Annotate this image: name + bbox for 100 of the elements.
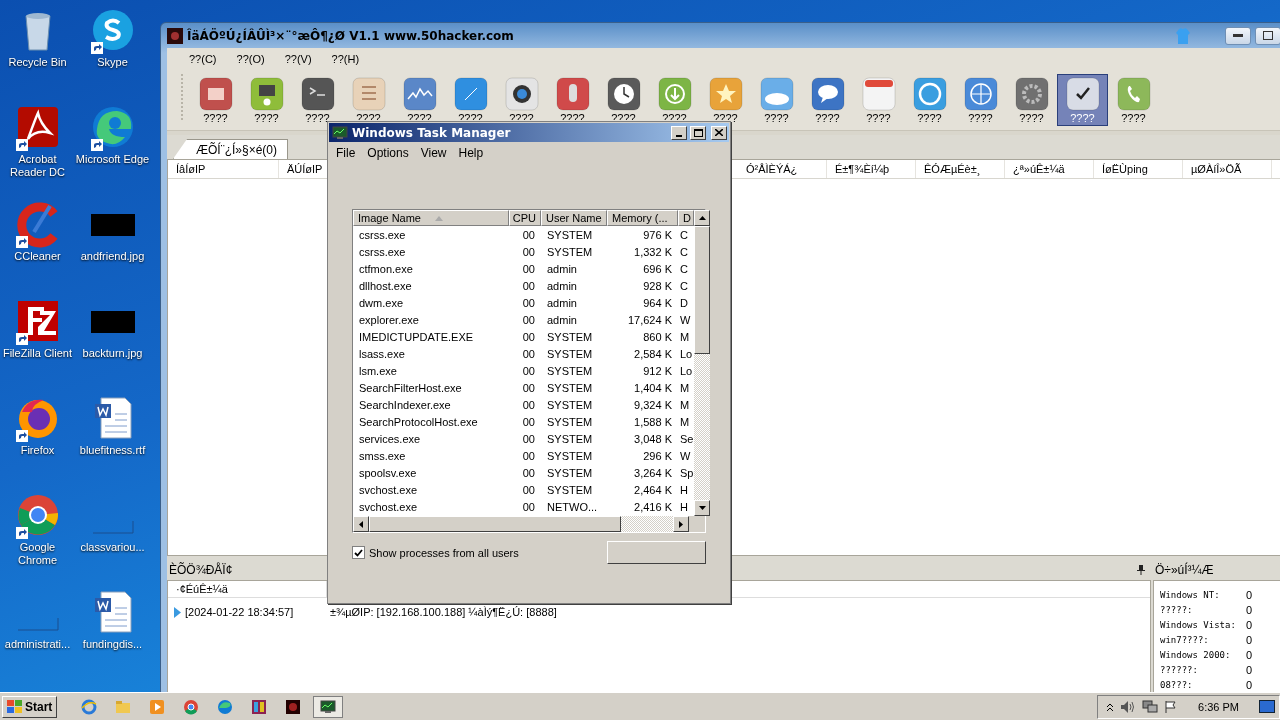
maximize-icon — [693, 128, 703, 137]
toolbar-button[interactable]: ???? — [853, 74, 904, 126]
menu-item[interactable]: View — [414, 146, 453, 160]
column-header[interactable]: ÍâÍøIP — [168, 160, 279, 178]
checkmark-icon — [354, 548, 363, 557]
toolbar-button[interactable]: ???? — [190, 74, 241, 126]
process-name[interactable]: svchost.exe — [353, 500, 509, 513]
show-all-users-checkbox[interactable]: Show processes from all users — [352, 546, 519, 559]
tab[interactable]: ÆÕÍ¨¿Í»§×é(0) — [173, 139, 289, 159]
desktop-icon-label[interactable]: Skype — [97, 56, 128, 69]
memory-cell-text: 1,404 K — [633, 381, 673, 394]
process-name[interactable]: dwm.exe — [353, 296, 509, 309]
toolbar-button[interactable]: ???? — [802, 74, 853, 126]
menu-item[interactable]: Options — [361, 146, 415, 160]
process-name[interactable]: dllhost.exe — [353, 279, 509, 292]
process-name[interactable]: explorer.exe — [353, 313, 509, 326]
menu-item[interactable]: File — [330, 146, 362, 160]
column-header[interactable]: Ó²ÅÌÈÝÁ¿ — [738, 160, 827, 178]
terminal-icon — [300, 77, 335, 111]
column-header[interactable]: ¿ª»úÊ±¼ä — [1005, 160, 1094, 178]
column-header[interactable]: User Name — [541, 210, 607, 226]
process-name[interactable]: IMEDICTUPDATE.EXE — [353, 330, 509, 343]
app-logo-icon — [167, 27, 183, 44]
horizontal-scrollbar[interactable] — [353, 516, 705, 532]
process-name[interactable]: SearchProtocolHost.exe — [353, 415, 509, 428]
column-header[interactable]: D — [678, 210, 694, 226]
memory-cell-text: 17,624 K — [626, 313, 673, 326]
process-name[interactable]: lsm.exe — [353, 364, 509, 377]
up-arrow-icon[interactable] — [698, 216, 706, 220]
show-desktop-icon[interactable] — [1259, 699, 1275, 714]
stat-value: 0 — [1246, 618, 1253, 631]
calculator-icon — [351, 77, 386, 111]
desktop-icon-label[interactable]: FileZilla Client — [2, 347, 73, 360]
process-name[interactable]: csrss.exe — [353, 245, 509, 258]
column-header[interactable]: Memory (... — [607, 210, 678, 226]
user-cell-text: admin — [546, 262, 578, 275]
column-header[interactable]: ÊÓÆµÉè±¸ — [916, 160, 1005, 178]
menu-item[interactable]: Help — [452, 146, 490, 160]
desktop-icon-label[interactable]: Acrobat Reader DC — [0, 153, 75, 179]
desktop-icon-label[interactable]: bluefitness.rtf — [79, 444, 146, 457]
toolbar-button[interactable]: ???? — [1108, 74, 1159, 126]
calendar-icon — [861, 77, 896, 111]
window-title: ÎäÁÖºÚ¿ÍÂÛÌ³×¨°æÔ¶¿Ø V1.1 www.50hacker.com — [187, 28, 515, 43]
desktop-icon-label[interactable]: Recycle Bin — [8, 56, 67, 69]
desktop-icon-label[interactable]: fundingdis... — [82, 638, 143, 651]
desktop-icon-label[interactable]: backturn.jpg — [82, 347, 143, 360]
menu-item[interactable]: ??(O) — [228, 51, 273, 67]
desktop-icon-label[interactable]: Firefox — [20, 444, 55, 457]
globe-icon — [963, 77, 998, 111]
network-icon[interactable] — [1142, 699, 1159, 714]
process-name[interactable]: spoolsv.exe — [353, 466, 509, 479]
clock[interactable]: 6:36 PM — [1184, 700, 1253, 713]
memory-cell-text: 2,584 K — [633, 347, 673, 360]
desktop-icon-label[interactable]: andfriend.jpg — [80, 250, 145, 263]
process-name[interactable]: lsass.exe — [353, 347, 509, 360]
minimize-button[interactable] — [1225, 26, 1251, 45]
column-header[interactable]: ÍøËÙping — [1094, 160, 1183, 178]
desktop-icon-label[interactable]: administrati... — [4, 638, 71, 651]
maximize-button[interactable] — [1255, 26, 1280, 45]
process-name[interactable]: csrss.exe — [353, 228, 509, 241]
flag-icon[interactable] — [1164, 699, 1179, 714]
close-button[interactable] — [711, 125, 727, 140]
desktop-icon-label[interactable]: CCleaner — [14, 250, 61, 263]
left-arrow-icon[interactable] — [359, 520, 363, 528]
stocks-icon — [402, 77, 437, 111]
pin-icon[interactable] — [1137, 565, 1145, 575]
vertical-scrollbar[interactable] — [694, 210, 710, 516]
menu-item[interactable]: ??(H) — [323, 51, 368, 67]
right-arrow-icon[interactable] — [679, 520, 683, 528]
desktop-icon-label[interactable]: classvariou... — [80, 541, 145, 554]
down-arrow-icon[interactable] — [698, 506, 706, 510]
process-name[interactable]: SearchFilterHost.exe — [353, 381, 509, 394]
desktop-icon-label[interactable]: Microsoft Edge — [75, 153, 150, 166]
column-header[interactable]: Image Name — [353, 210, 509, 226]
end-process-button[interactable] — [607, 541, 706, 564]
toolbar-button[interactable]: ???? — [955, 74, 1006, 126]
toolbar-button[interactable]: ???? — [751, 74, 802, 126]
cpu-cell-text: 00 — [521, 262, 536, 275]
toolbar-button[interactable]: ???? — [1006, 74, 1057, 126]
taskbar-app-button[interactable] — [313, 695, 344, 718]
toolbar-button[interactable]: ???? — [292, 74, 343, 126]
menu-item[interactable]: ??(V) — [276, 51, 320, 67]
desktop-icon-label[interactable]: Google Chrome — [0, 541, 75, 567]
start-button[interactable]: Start — [2, 695, 58, 718]
column-header[interactable]: É±¶¾Èí¼þ — [827, 160, 916, 178]
description-cell-text: M — [679, 381, 691, 394]
process-name[interactable]: svchost.exe — [353, 483, 509, 496]
menu-item[interactable]: ??(C) — [181, 51, 225, 67]
chevron-icon[interactable] — [1106, 701, 1115, 712]
toolbar-button[interactable]: ???? — [904, 74, 955, 126]
process-name[interactable]: SearchIndexer.exe — [353, 398, 509, 411]
speaker-icon[interactable] — [1120, 699, 1137, 714]
process-name[interactable]: services.exe — [353, 432, 509, 445]
column-header[interactable]: CPU — [509, 210, 541, 226]
toolbar-button[interactable]: ???? — [241, 74, 292, 126]
toolbar-button[interactable]: ???? — [1057, 74, 1108, 126]
column-header[interactable]: µØÀíÎ»ÖÃ — [1183, 160, 1272, 178]
process-name[interactable]: smss.exe — [353, 449, 509, 462]
process-name[interactable]: ctfmon.exe — [353, 262, 509, 275]
user-cell-text: NETWO... — [546, 500, 599, 513]
